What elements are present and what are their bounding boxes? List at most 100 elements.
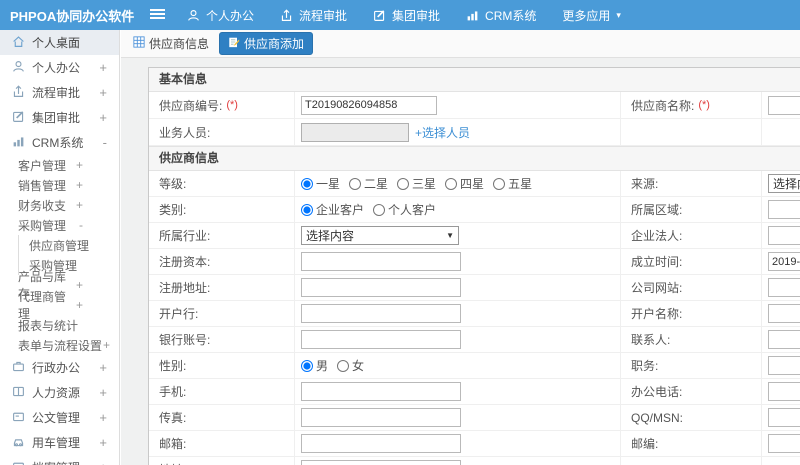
expand-sign[interactable]: + (99, 410, 107, 425)
sidebar-item-admin-office[interactable]: 行政办公 + (0, 355, 119, 380)
office-phone-input[interactable] (768, 382, 800, 401)
nav-label: CRM系统 (485, 8, 537, 23)
website-input[interactable] (768, 278, 800, 297)
field-label (620, 119, 761, 145)
gender-option-male[interactable]: 男 (301, 357, 328, 374)
category-option-company[interactable]: 企业客户 (301, 201, 364, 218)
radio-input[interactable] (373, 203, 386, 216)
sidebar-item-label: CRM系统 (32, 136, 84, 150)
sidebar-item-supplier-mgmt[interactable]: 供应商管理 (19, 235, 119, 255)
field-label: 供应商名称: (*) (620, 92, 761, 118)
sidebar-item-archive-mgmt[interactable]: 档案管理 + (0, 455, 119, 465)
field-cell: 男 女 (294, 353, 620, 378)
field-label: 来源: (620, 171, 761, 196)
field-cell (761, 197, 800, 222)
sidebar-item-label: 人力资源 (32, 386, 81, 400)
radio-input[interactable] (349, 177, 362, 190)
expand-sign[interactable]: + (76, 158, 83, 172)
account-name-input[interactable] (768, 304, 800, 323)
expand-sign[interactable]: + (99, 85, 107, 100)
expand-sign[interactable]: + (76, 278, 83, 292)
radio-input[interactable] (493, 177, 506, 190)
field-cell (294, 275, 620, 300)
sidebar-toggle-button[interactable] (150, 8, 165, 23)
expand-sign[interactable]: + (103, 338, 110, 352)
expand-sign[interactable]: + (99, 110, 107, 125)
expand-sign[interactable]: + (99, 60, 107, 75)
sidebar-item-agent-mgmt[interactable]: 代理商管理 + (0, 290, 119, 321)
sidebar-item-label: 财务收支 (18, 198, 67, 213)
radio-input[interactable] (301, 177, 313, 190)
chart-icon (12, 135, 25, 151)
expand-sign[interactable]: + (76, 198, 83, 212)
nav-crm-system[interactable]: CRM系统 (466, 7, 536, 24)
level-option-5[interactable]: 五星 (493, 175, 532, 192)
sidebar-item-form-flow-settings[interactable]: 表单与流程设置 + (0, 335, 119, 355)
registered-address-input[interactable] (301, 278, 461, 297)
fax-input[interactable] (301, 408, 461, 427)
level-option-1[interactable]: 一星 (301, 175, 340, 192)
radio-input[interactable] (337, 359, 350, 372)
qq-msn-input[interactable] (768, 408, 800, 427)
nav-more-apps[interactable]: 更多应用 ▾ (562, 7, 621, 24)
level-option-3[interactable]: 三星 (397, 175, 436, 192)
nav-personal-office[interactable]: 个人办公 (187, 7, 254, 24)
contact-input[interactable] (768, 330, 800, 349)
sidebar-item-crm-system[interactable]: CRM系统 - (0, 130, 119, 155)
registered-capital-input[interactable] (301, 252, 461, 271)
user-icon (187, 9, 200, 22)
expand-sign[interactable]: + (76, 298, 83, 312)
region-input[interactable] (768, 200, 800, 219)
expand-sign[interactable]: + (99, 360, 107, 375)
supplier-name-input[interactable] (768, 95, 800, 115)
expand-sign[interactable]: + (76, 178, 83, 192)
level-option-2[interactable]: 二星 (349, 175, 388, 192)
collapse-sign[interactable]: - (103, 135, 107, 150)
expand-sign[interactable]: + (99, 385, 107, 400)
expand-sign[interactable]: + (99, 435, 107, 450)
radio-input[interactable] (445, 177, 458, 190)
sidebar-item-workflow-approval[interactable]: 流程审批 + (0, 80, 119, 105)
sidebar-item-hr[interactable]: 人力资源 + (0, 380, 119, 405)
sidebar-item-group-approval[interactable]: 集团审批 + (0, 105, 119, 130)
founded-time-input[interactable] (768, 252, 800, 271)
sidebar-item-label: 客户管理 (18, 158, 67, 173)
level-option-4[interactable]: 四星 (445, 175, 484, 192)
sidebar-item-vehicle-mgmt[interactable]: 用车管理 + (0, 430, 119, 455)
legal-person-input[interactable] (768, 226, 800, 245)
nav-group-approval[interactable]: 集团审批 (373, 7, 440, 24)
sidebar-item-sales-mgmt[interactable]: 销售管理 + (0, 175, 119, 195)
edit-icon (373, 9, 386, 22)
choose-staff-link[interactable]: +选择人员 (415, 124, 470, 141)
sidebar-item-customer-mgmt[interactable]: 客户管理 + (0, 155, 119, 175)
address-input[interactable] (301, 460, 461, 465)
gender-option-female[interactable]: 女 (337, 357, 364, 374)
sidebar-item-personal-office[interactable]: 个人办公 + (0, 55, 119, 80)
bank-account-input[interactable] (301, 330, 461, 349)
sidebar-item-reports[interactable]: 报表与统计 (0, 315, 119, 335)
field-label: 注册地址: (159, 281, 211, 295)
position-input[interactable] (768, 356, 800, 375)
mobile-input[interactable] (301, 382, 461, 401)
zip-input[interactable] (768, 434, 800, 453)
sidebar-item-purchase-mgmt[interactable]: 采购管理 - (0, 215, 119, 235)
industry-select[interactable]: 选择内容 ▼ (301, 226, 459, 245)
supplier-no-input[interactable] (301, 95, 437, 115)
sidebar-item-official-docs[interactable]: 公文管理 + (0, 405, 119, 430)
email-input[interactable] (301, 434, 461, 453)
staff-input[interactable] (301, 122, 409, 142)
tab-supplier-add[interactable]: 供应商添加 (219, 32, 314, 55)
category-option-personal[interactable]: 个人客户 (373, 201, 436, 218)
nav-workflow-approval[interactable]: 流程审批 (280, 7, 347, 24)
collapse-sign[interactable]: - (79, 218, 83, 232)
radio-input[interactable] (397, 177, 410, 190)
field-cell (294, 405, 620, 430)
tab-supplier-info[interactable]: 供应商信息 (133, 35, 209, 52)
radio-input[interactable] (301, 359, 313, 372)
radio-input[interactable] (301, 203, 313, 216)
sidebar-item-finance[interactable]: 财务收支 + (0, 195, 119, 215)
expand-sign[interactable]: + (99, 460, 107, 465)
bank-input[interactable] (301, 304, 461, 323)
source-select[interactable]: 选择内容▼ (768, 174, 800, 193)
sidebar-item-personal-desktop[interactable]: 个人桌面 (0, 30, 119, 55)
